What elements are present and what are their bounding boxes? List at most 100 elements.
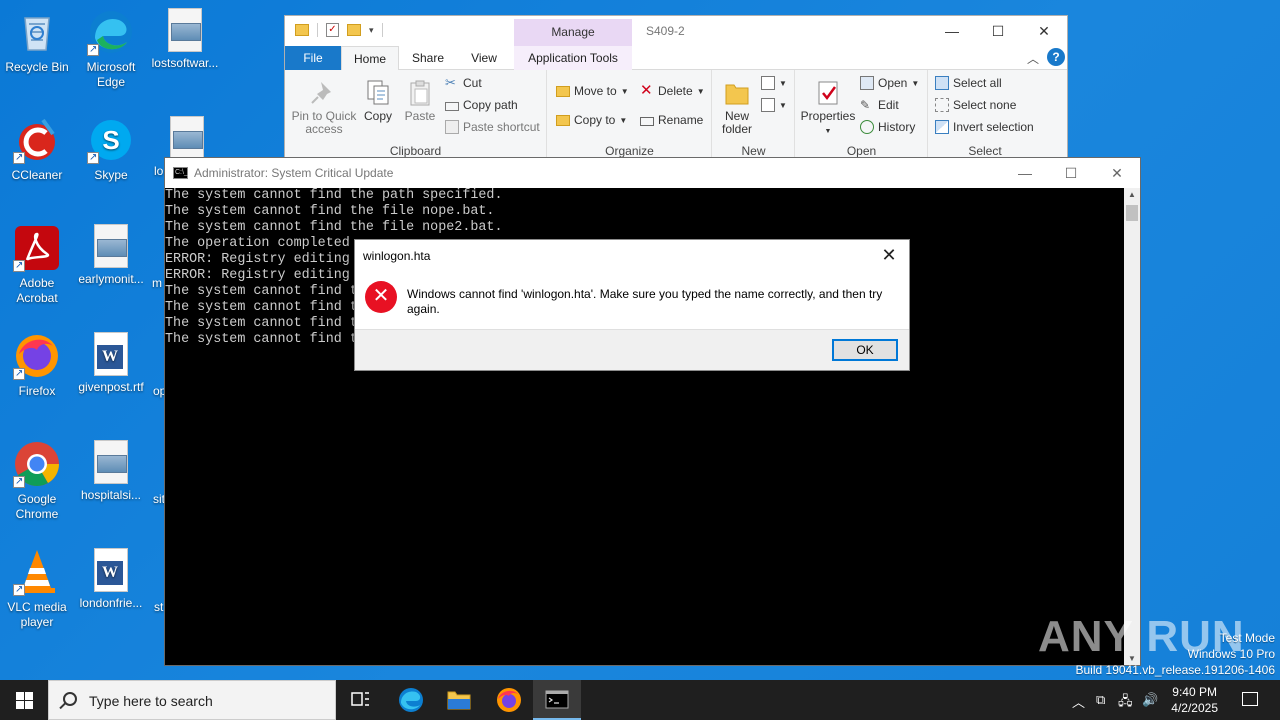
taskbar-firefox-button[interactable] <box>485 680 533 720</box>
copy-to-button[interactable]: Copy to ▼ <box>556 113 627 127</box>
new-folder-icon[interactable] <box>347 24 361 36</box>
clock[interactable]: 9:40 PM 4/2/2025 <box>1171 684 1218 716</box>
select-none-label: Select none <box>953 98 1017 112</box>
task-view-button[interactable] <box>336 680 384 720</box>
desktop-icon-ccleaner[interactable]: CCleaner <box>0 116 74 183</box>
ribbon: Pin to Quick access Copy Paste ✂ Cut Cop… <box>285 70 1067 165</box>
show-hidden-icons-icon[interactable]: ︿ <box>1072 692 1085 711</box>
desktop-icon-file[interactable]: m <box>148 224 164 291</box>
tab-home[interactable]: Home <box>341 46 399 71</box>
paste-button[interactable]: Paste <box>403 78 437 123</box>
close-icon[interactable]: ✕ <box>1094 158 1140 188</box>
open-button[interactable]: Open ▼ <box>860 76 919 90</box>
search-icon <box>63 692 77 706</box>
dropdown-arrow-icon: ▼ <box>824 128 832 135</box>
copy-button[interactable]: Copy <box>361 78 395 123</box>
taskbar-search-box[interactable]: Type here to search <box>48 680 336 720</box>
desktop-icon-recycle-bin[interactable]: Recycle Bin <box>0 8 74 75</box>
cmd-titlebar: C:\_ Administrator: System Critical Upda… <box>165 158 1140 188</box>
desktop-icon-file[interactable]: st <box>148 548 164 615</box>
desktop-icon-skype[interactable]: S Skype <box>74 116 148 183</box>
desktop-icon-file[interactable]: lostsoftwar... <box>148 8 222 71</box>
move-to-button[interactable]: Move to ▼ <box>556 84 629 98</box>
desktop-icon-label: op <box>153 384 167 398</box>
select-none-button[interactable]: Select none <box>935 98 1016 112</box>
edit-button[interactable]: ✎ Edit <box>860 98 899 112</box>
copy-icon <box>367 80 389 105</box>
desktop-icon-label: londonfrie... <box>79 596 143 610</box>
cut-label: Cut <box>463 76 482 90</box>
select-all-button[interactable]: Select all <box>935 76 1002 90</box>
tab-file[interactable]: File <box>285 46 341 70</box>
volume-icon[interactable]: 🔊 <box>1142 692 1158 708</box>
desktop-icon-firefox[interactable]: Firefox <box>0 332 74 399</box>
ribbon-tabs: File Home Share View Application Tools ︿… <box>285 46 1067 71</box>
invert-selection-label: Invert selection <box>953 120 1034 134</box>
paste-icon <box>410 80 430 106</box>
windows-build-label: Build 19041.vb_release.191206-1406 <box>1075 663 1276 677</box>
copy-path-button[interactable]: Copy path <box>445 98 518 112</box>
tab-share[interactable]: Share <box>403 46 453 70</box>
close-icon[interactable]: ✕ <box>877 244 901 266</box>
dialog-message: Windows cannot find 'winlogon.hta'. Make… <box>407 287 883 316</box>
scissors-icon: ✂ <box>445 75 456 90</box>
help-icon[interactable]: ? <box>1047 48 1065 66</box>
desktop-icon-file[interactable]: sit <box>148 440 165 507</box>
properties-button[interactable]: Properties ▼ <box>800 78 856 138</box>
select-all-label: Select all <box>953 76 1002 90</box>
minimize-icon[interactable]: — <box>929 16 975 46</box>
firefox-icon <box>497 688 521 712</box>
desktop-icon-file[interactable]: W londonfrie... <box>74 548 148 611</box>
desktop-icon-label: givenpost.rtf <box>78 380 144 394</box>
console-line: The system cannot find the file nope.bat… <box>165 204 495 219</box>
desktop-icon-vlc[interactable]: VLC media player <box>0 548 74 630</box>
properties-check-icon[interactable]: ✓ <box>326 23 339 37</box>
desktop-icon-file[interactable]: W givenpost.rtf <box>74 332 148 395</box>
desktop-icon-file[interactable]: earlymonit... <box>74 224 148 287</box>
desktop-icon-file[interactable]: hospitalsi... <box>74 440 148 503</box>
tab-view[interactable]: View <box>459 46 509 70</box>
scroll-up-icon[interactable]: ▲ <box>1128 190 1136 199</box>
pin-quick-access-button[interactable]: Pin to Quick access <box>291 78 357 136</box>
taskbar-edge-button[interactable] <box>387 680 435 720</box>
new-folder-button[interactable]: New folder <box>717 78 757 136</box>
minimize-icon[interactable]: — <box>1002 158 1048 188</box>
close-icon[interactable]: ✕ <box>1021 16 1067 46</box>
system-tray: ︿ ⧉ 🖧 🔊 9:40 PM 4/2/2025 <box>1060 680 1280 720</box>
window-controls: — ☐ ✕ <box>1002 158 1140 188</box>
paste-shortcut-button[interactable]: Paste shortcut <box>445 120 540 134</box>
group-open: Properties ▼ Open ▼ ✎ Edit History Open <box>796 70 928 165</box>
collapse-ribbon-icon[interactable]: ︿ <box>1027 50 1039 67</box>
delete-button[interactable]: ✕ Delete ▼ <box>640 83 705 98</box>
properties-icon <box>818 81 838 105</box>
taskbar-file-explorer-button[interactable] <box>435 680 483 720</box>
tab-manage[interactable]: Manage <box>514 19 632 46</box>
vertical-scrollbar[interactable]: ▲ ▼ <box>1124 188 1140 665</box>
tab-application-tools[interactable]: Application Tools <box>514 46 632 70</box>
dropdown-arrow-icon: ▼ <box>696 86 705 96</box>
maximize-icon[interactable]: ☐ <box>1048 158 1094 188</box>
select-all-icon <box>935 76 949 90</box>
clock-time: 9:40 PM <box>1172 685 1217 699</box>
network-icon[interactable]: 🖧 <box>1118 692 1133 714</box>
ok-button[interactable]: OK <box>832 339 898 361</box>
customize-chevron-icon[interactable]: ▾ <box>369 25 374 36</box>
notification-center-icon[interactable] <box>1242 692 1258 706</box>
easy-access-button[interactable]: ▼ <box>761 98 787 112</box>
invert-selection-button[interactable]: Invert selection <box>935 120 1034 134</box>
rename-button[interactable]: Rename <box>640 113 703 127</box>
history-button[interactable]: History <box>860 120 915 134</box>
network-devices-icon[interactable]: ⧉ <box>1096 692 1105 708</box>
maximize-icon[interactable]: ☐ <box>975 16 1021 46</box>
desktop-icon-adobe-acrobat[interactable]: Adobe Acrobat <box>0 224 74 306</box>
scroll-thumb[interactable] <box>1126 205 1138 221</box>
desktop-icon-microsoft-edge[interactable]: Microsoft Edge <box>74 8 148 90</box>
new-item-button[interactable]: ▼ <box>761 76 787 90</box>
edge-icon <box>399 688 423 712</box>
desktop-icon-file[interactable]: op <box>148 332 167 399</box>
cut-button[interactable]: ✂ Cut <box>445 75 482 91</box>
desktop-icon-google-chrome[interactable]: Google Chrome <box>0 440 74 522</box>
new-item-icon <box>761 76 775 90</box>
taskbar-cmd-button[interactable] <box>533 680 581 720</box>
start-button[interactable] <box>0 680 48 720</box>
